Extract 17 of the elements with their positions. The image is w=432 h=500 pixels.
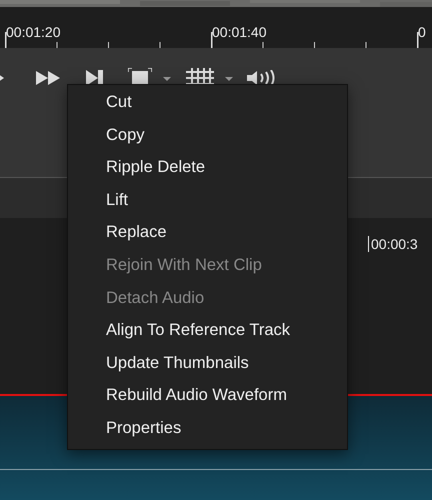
volume-icon[interactable] [247, 70, 277, 86]
ruler-time-label: 00:01:20 [6, 24, 60, 40]
menu-item[interactable]: Ripple Delete [68, 151, 347, 184]
fast-forward-icon[interactable] [36, 71, 60, 85]
menu-item[interactable]: Cut [68, 86, 347, 119]
menu-item[interactable]: Copy [68, 118, 347, 152]
caret-icon[interactable] [163, 77, 171, 81]
menu-item[interactable]: Update Thumbnails [68, 346, 347, 380]
skip-to-end-icon[interactable] [86, 70, 103, 86]
menu-item[interactable]: Replace [68, 216, 347, 249]
menu-item[interactable]: Align To Reference Track [68, 314, 347, 347]
menu-item[interactable]: Rebuild Audio Waveform [68, 379, 347, 412]
timecode-label: 00:00:3 [368, 236, 418, 252]
menu-item[interactable]: Properties [68, 412, 347, 445]
ruler-time-label: 0 [418, 24, 426, 40]
caret-icon[interactable] [225, 77, 233, 81]
ruler-time-label: 00:01:40 [212, 24, 266, 40]
